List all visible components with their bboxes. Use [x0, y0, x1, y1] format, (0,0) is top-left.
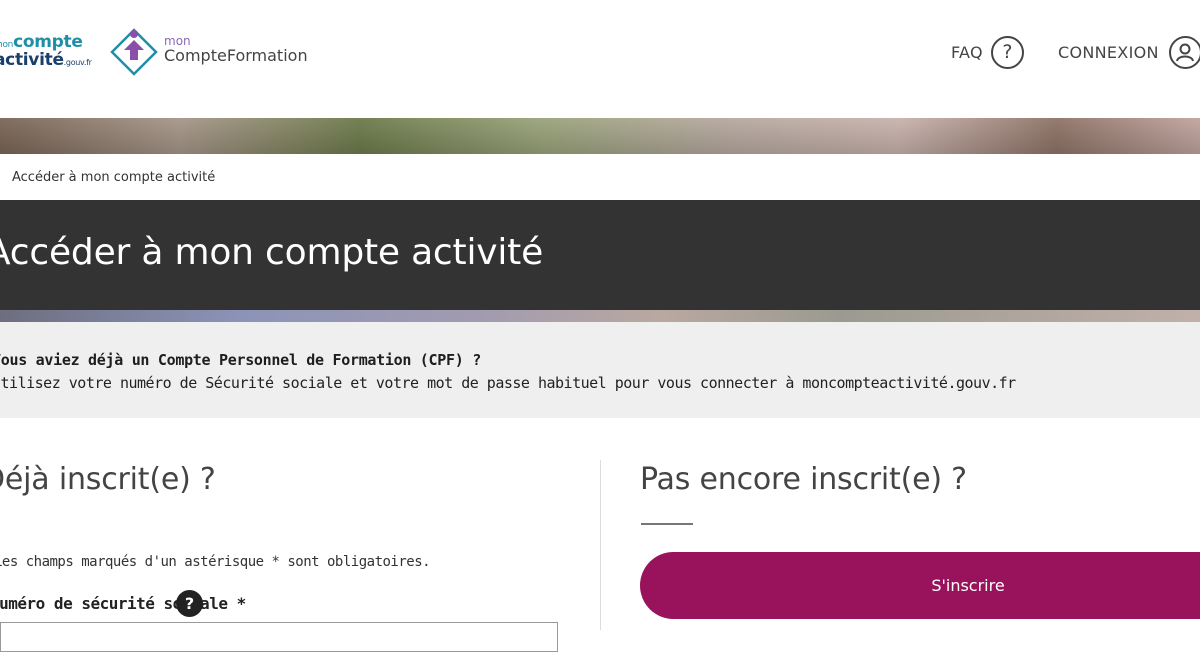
title-photo-strip — [0, 310, 1200, 322]
logo-cf-name-text: CompteFormation — [164, 46, 308, 65]
breadcrumb: Accéder à mon compte activité — [0, 154, 1200, 200]
signup-button[interactable]: S'inscrire — [640, 552, 1200, 619]
info-detail: Utilisez votre numéro de Sécurité social… — [0, 374, 1016, 392]
info-box: Vous aviez déjà un Compte Personnel de F… — [0, 322, 1200, 418]
logo-mon-text: mon — [0, 40, 14, 50]
header-photo-banner — [0, 118, 1200, 154]
logo-compte-text: compte — [13, 32, 83, 52]
logo-activite-text: activité — [0, 50, 64, 70]
info-question: Vous aviez déjà un Compte Personnel de F… — [0, 351, 481, 369]
title-banner: Accéder à mon compte activité — [0, 200, 1200, 310]
signup-title-underline — [641, 523, 693, 525]
faq-label: FAQ — [951, 42, 983, 62]
page-title: Accéder à mon compte activité — [0, 232, 544, 273]
user-circle-icon — [1168, 35, 1200, 69]
ss-number-label: Numéro de sécurité sociale * — [0, 594, 246, 613]
faq-link[interactable]: FAQ ? — [951, 35, 1024, 69]
signup-button-label: S'inscrire — [931, 576, 1005, 595]
login-section-title: Déjà inscrit(e) ? — [0, 462, 216, 497]
logo-gouv-text: .gouv.fr — [63, 58, 92, 67]
column-divider — [600, 460, 601, 630]
breadcrumb-current: Accéder à mon compte activité — [12, 170, 216, 185]
connexion-link[interactable]: CONNEXION — [1058, 35, 1200, 69]
required-fields-note: Les champs marqués d'un astérisque * son… — [0, 554, 431, 570]
ss-number-input[interactable] — [0, 622, 558, 652]
compteformation-diamond-icon — [110, 28, 158, 76]
question-circle-icon: ? — [990, 35, 1024, 69]
signup-section-title: Pas encore inscrit(e) ? — [640, 462, 967, 497]
compteformation-logo[interactable]: mon CompteFormation — [108, 26, 328, 78]
moncompteactivite-logo[interactable]: moncompte activité.gouv.fr — [0, 30, 104, 74]
help-icon[interactable]: ? — [176, 590, 203, 617]
site-header: moncompte activité.gouv.fr mon CompteFor… — [0, 0, 1200, 118]
user-glyph-icon — [1176, 43, 1195, 62]
connexion-label: CONNEXION — [1058, 42, 1159, 62]
